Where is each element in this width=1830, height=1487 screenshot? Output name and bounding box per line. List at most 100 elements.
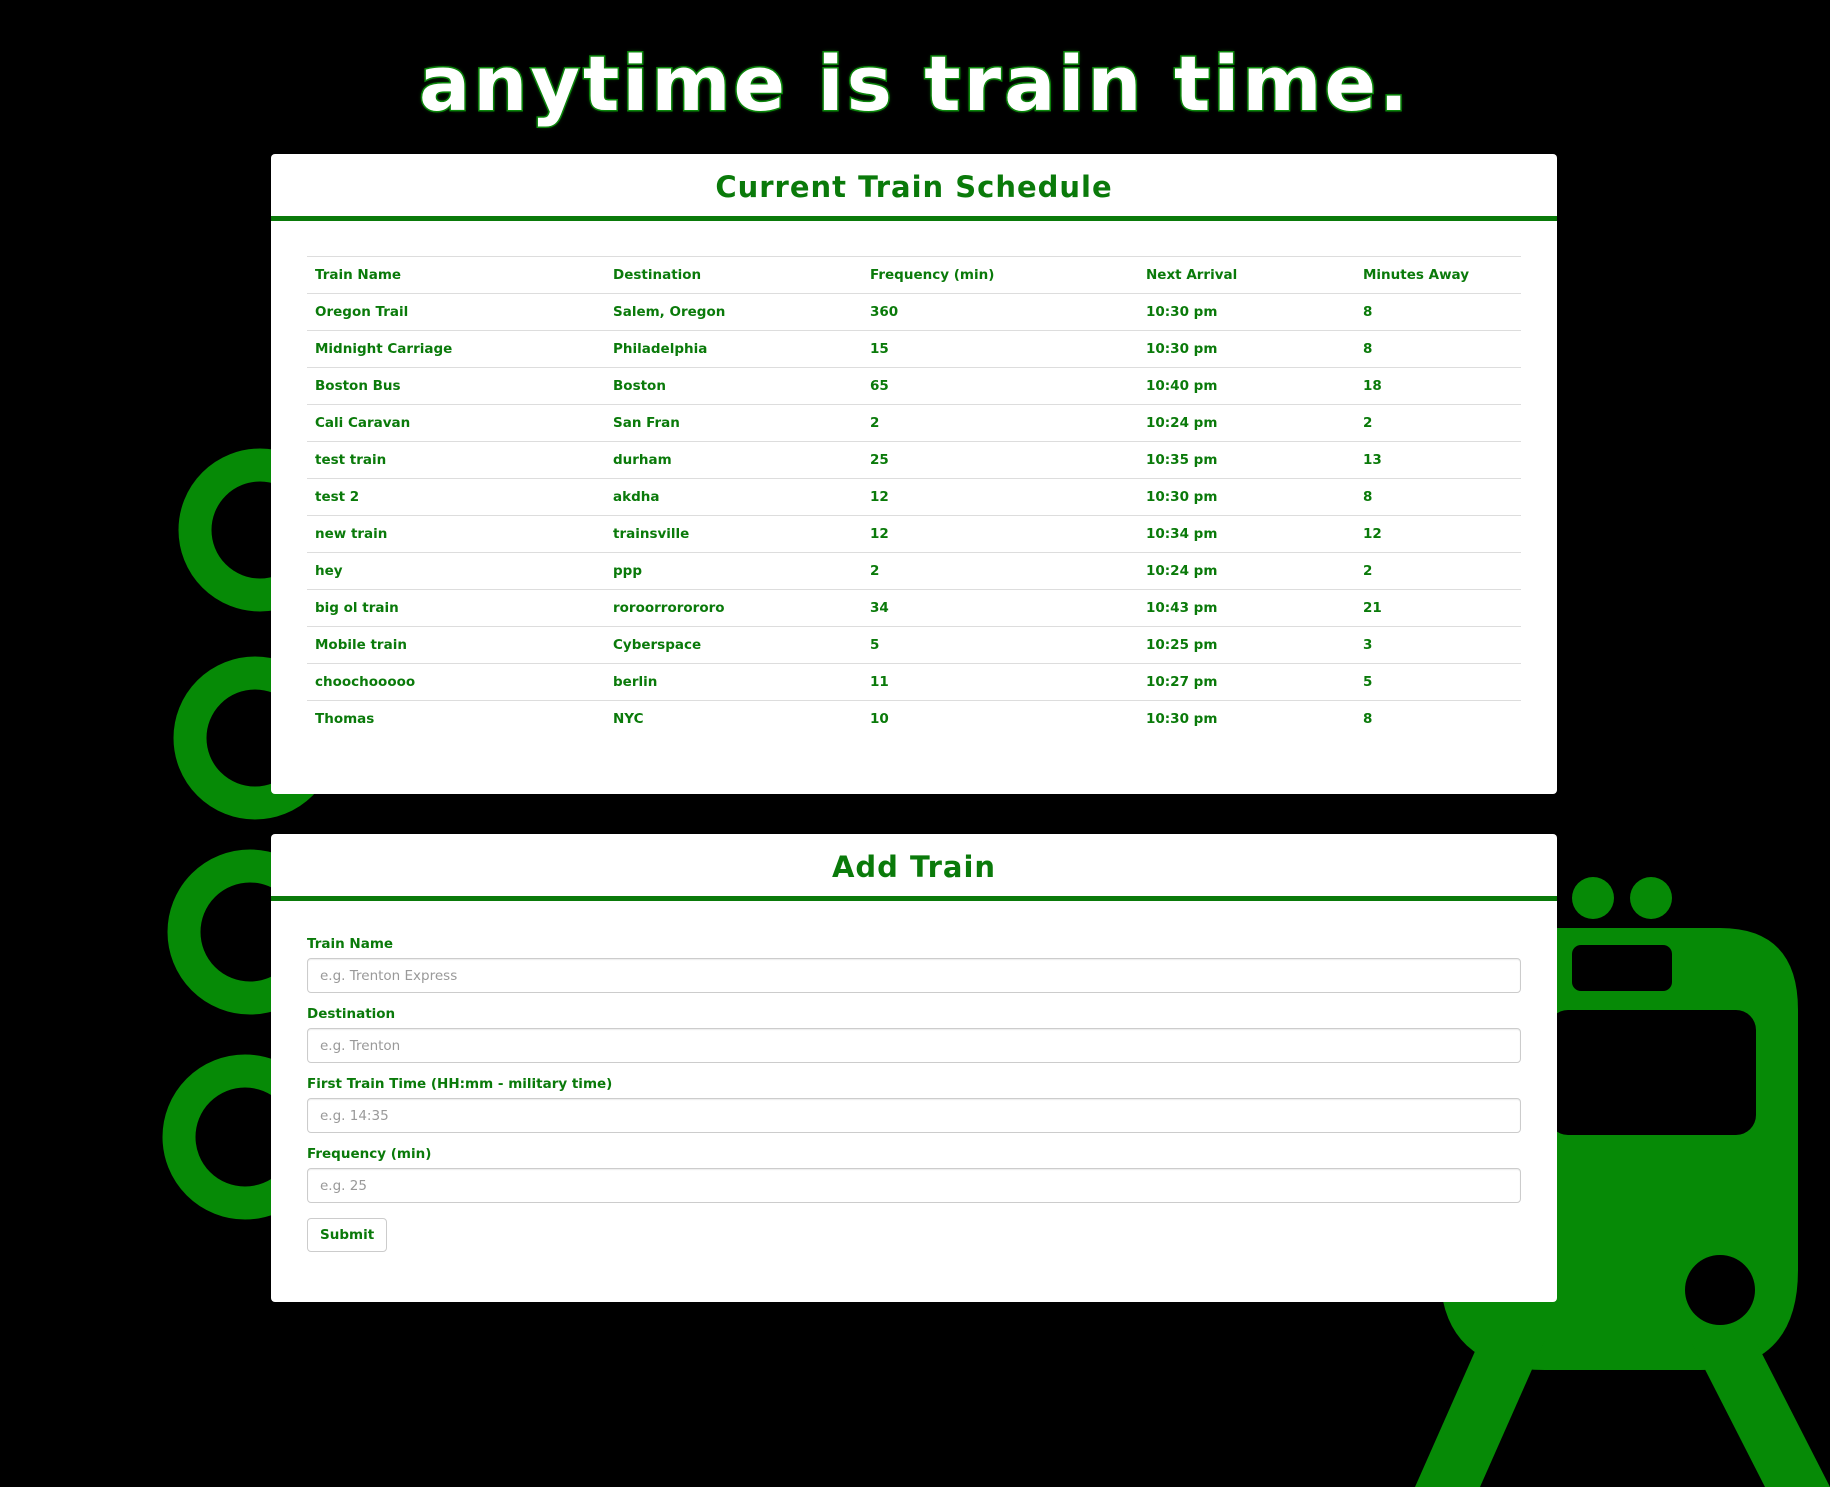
cell-frequency: 10 xyxy=(862,700,1138,737)
cell-minutes-away: 5 xyxy=(1355,663,1521,701)
cell-train-name: test train xyxy=(307,441,605,479)
cell-frequency: 360 xyxy=(862,293,1138,331)
cell-train-name: Thomas xyxy=(307,700,605,737)
cell-train-name: Mobile train xyxy=(307,626,605,664)
cell-next-arrival: 10:35 pm xyxy=(1138,441,1355,479)
cell-next-arrival: 10:30 pm xyxy=(1138,478,1355,516)
cell-destination: Philadelphia xyxy=(605,330,862,368)
cell-frequency: 15 xyxy=(862,330,1138,368)
destination-input[interactable] xyxy=(307,1028,1521,1063)
cell-minutes-away: 8 xyxy=(1355,293,1521,331)
schedule-table-body: Oregon Trail Salem, Oregon 360 10:30 pm 8 Mid… xyxy=(307,293,1521,737)
cell-minutes-away: 13 xyxy=(1355,441,1521,479)
train-name-label: Train Name xyxy=(307,936,394,952)
table-row: big ol train roroorrorororo 34 10:43 pm 21 xyxy=(307,589,1521,627)
cell-frequency: 25 xyxy=(862,441,1138,479)
schedule-table: Train Name Destination Frequency (min) N… xyxy=(307,256,1521,737)
cell-minutes-away: 18 xyxy=(1355,367,1521,405)
table-row: Boston Bus Boston 65 10:40 pm 18 xyxy=(307,367,1521,405)
cell-train-name: Midnight Carriage xyxy=(307,330,605,368)
destination-group: Destination xyxy=(307,1006,1521,1063)
table-row: new train trainsville 12 10:34 pm 12 xyxy=(307,515,1521,553)
cell-train-name: hey xyxy=(307,552,605,590)
cell-minutes-away: 2 xyxy=(1355,404,1521,442)
table-row: choochooooo berlin 11 10:27 pm 5 xyxy=(307,663,1521,701)
frequency-input[interactable] xyxy=(307,1168,1521,1203)
cell-train-name: choochooooo xyxy=(307,663,605,701)
cell-train-name: Oregon Trail xyxy=(307,293,605,331)
cell-next-arrival: 10:24 pm xyxy=(1138,552,1355,590)
cell-minutes-away: 8 xyxy=(1355,700,1521,737)
cell-train-name: Cali Caravan xyxy=(307,404,605,442)
first-train-time-group: First Train Time (HH:mm - military time) xyxy=(307,1076,1521,1133)
cell-minutes-away: 8 xyxy=(1355,478,1521,516)
train-name-input[interactable] xyxy=(307,958,1521,993)
table-row: Mobile train Cyberspace 5 10:25 pm 3 xyxy=(307,626,1521,664)
cell-next-arrival: 10:30 pm xyxy=(1138,293,1355,331)
cell-train-name: Boston Bus xyxy=(307,367,605,405)
cell-destination: Cyberspace xyxy=(605,626,862,664)
cell-next-arrival: 10:25 pm xyxy=(1138,626,1355,664)
cell-frequency: 11 xyxy=(862,663,1138,701)
schedule-table-head: Train Name Destination Frequency (min) N… xyxy=(307,256,1521,294)
column-header-destination: Destination xyxy=(605,256,862,294)
cell-destination: NYC xyxy=(605,700,862,737)
column-header-next-arrival: Next Arrival xyxy=(1138,256,1355,294)
cell-destination: ppp xyxy=(605,552,862,590)
cell-next-arrival: 10:30 pm xyxy=(1138,330,1355,368)
cell-frequency: 34 xyxy=(862,589,1138,627)
frequency-label: Frequency (min) xyxy=(307,1146,432,1162)
cell-destination: akdha xyxy=(605,478,862,516)
frequency-group: Frequency (min) xyxy=(307,1146,1521,1203)
cell-destination: roroorrorororo xyxy=(605,589,862,627)
cell-destination: berlin xyxy=(605,663,862,701)
add-train-form: Train Name Destination First Train Time … xyxy=(271,901,1557,1282)
table-row: test 2 akdha 12 10:30 pm 8 xyxy=(307,478,1521,516)
cell-frequency: 2 xyxy=(862,552,1138,590)
cell-next-arrival: 10:43 pm xyxy=(1138,589,1355,627)
cell-next-arrival: 10:34 pm xyxy=(1138,515,1355,553)
cell-frequency: 2 xyxy=(862,404,1138,442)
schedule-panel-title: Current Train Schedule xyxy=(271,154,1557,221)
train-name-group: Train Name xyxy=(307,936,1521,993)
cell-minutes-away: 2 xyxy=(1355,552,1521,590)
page-headline: anytime is train time. xyxy=(418,38,1411,130)
cell-destination: Boston xyxy=(605,367,862,405)
cell-train-name: new train xyxy=(307,515,605,553)
cell-destination: Salem, Oregon xyxy=(605,293,862,331)
cell-train-name: test 2 xyxy=(307,478,605,516)
cell-train-name: big ol train xyxy=(307,589,605,627)
column-header-frequency: Frequency (min) xyxy=(862,256,1138,294)
first-train-time-input[interactable] xyxy=(307,1098,1521,1133)
cell-minutes-away: 21 xyxy=(1355,589,1521,627)
cell-destination: durham xyxy=(605,441,862,479)
table-row: test train durham 25 10:35 pm 13 xyxy=(307,441,1521,479)
table-row: Thomas NYC 10 10:30 pm 8 xyxy=(307,700,1521,737)
submit-button[interactable]: Submit xyxy=(307,1218,388,1252)
schedule-panel: Current Train Schedule Train Name Destin… xyxy=(271,154,1557,794)
column-header-minutes-away: Minutes Away xyxy=(1355,256,1521,294)
cell-minutes-away: 12 xyxy=(1355,515,1521,553)
cell-next-arrival: 10:24 pm xyxy=(1138,404,1355,442)
cell-next-arrival: 10:40 pm xyxy=(1138,367,1355,405)
cell-destination: San Fran xyxy=(605,404,862,442)
cell-destination: trainsville xyxy=(605,515,862,553)
add-train-panel: Add Train Train Name Destination First T… xyxy=(271,834,1557,1302)
column-header-train-name: Train Name xyxy=(307,256,605,294)
cell-minutes-away: 3 xyxy=(1355,626,1521,664)
table-row: Midnight Carriage Philadelphia 15 10:30 pm 8 xyxy=(307,330,1521,368)
add-train-panel-title: Add Train xyxy=(271,834,1557,901)
schedule-panel-body: Train Name Destination Frequency (min) N… xyxy=(271,221,1557,767)
schedule-header-row: Train Name Destination Frequency (min) N… xyxy=(307,256,1521,294)
cell-minutes-away: 8 xyxy=(1355,330,1521,368)
table-row: Cali Caravan San Fran 2 10:24 pm 2 xyxy=(307,404,1521,442)
table-row: hey ppp 2 10:24 pm 2 xyxy=(307,552,1521,590)
table-row: Oregon Trail Salem, Oregon 360 10:30 pm 8 xyxy=(307,293,1521,331)
cell-frequency: 5 xyxy=(862,626,1138,664)
cell-frequency: 12 xyxy=(862,478,1138,516)
cell-frequency: 12 xyxy=(862,515,1138,553)
cell-frequency: 65 xyxy=(862,367,1138,405)
cell-next-arrival: 10:27 pm xyxy=(1138,663,1355,701)
destination-label: Destination xyxy=(307,1006,396,1022)
cell-next-arrival: 10:30 pm xyxy=(1138,700,1355,737)
